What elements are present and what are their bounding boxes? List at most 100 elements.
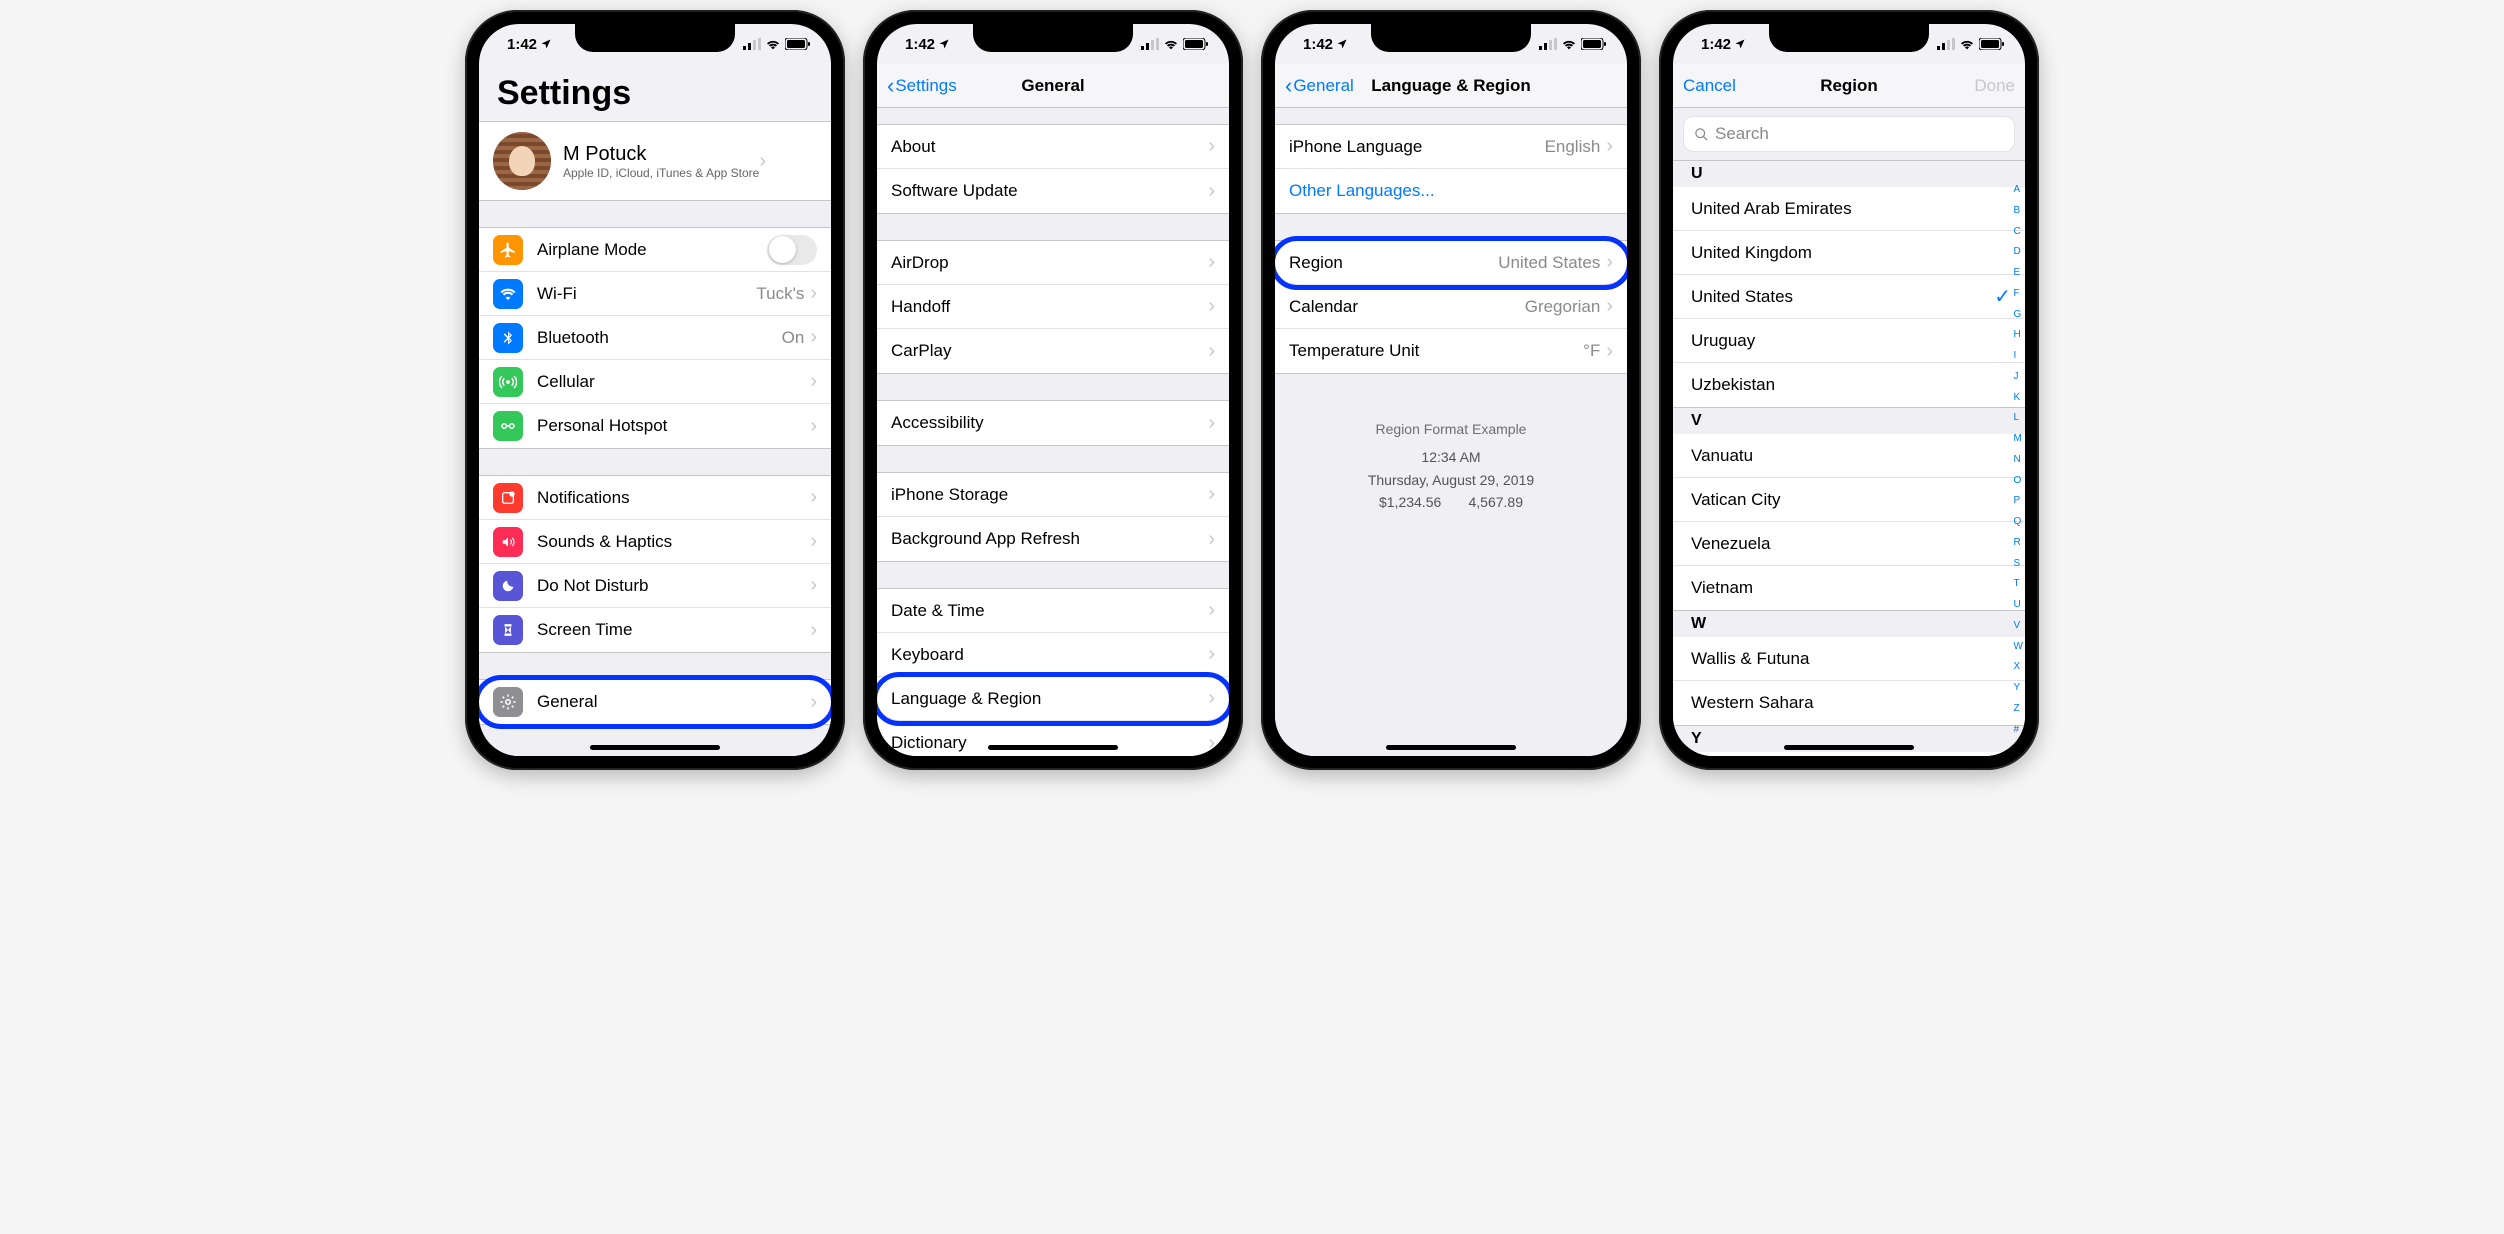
list-row[interactable]: Software Update› (877, 169, 1229, 213)
index-letter[interactable]: C (2014, 226, 2023, 239)
index-letter[interactable]: W (2014, 641, 2023, 654)
list-row[interactable]: Handoff› (877, 285, 1229, 329)
row-cellular[interactable]: Cellular› (479, 360, 831, 404)
list-row[interactable]: CalendarGregorian› (1275, 285, 1627, 329)
list-row[interactable]: Background App Refresh› (877, 517, 1229, 561)
row-general[interactable]: General› (479, 680, 831, 724)
wifi-icon (1561, 38, 1577, 50)
location-icon (540, 38, 552, 50)
content[interactable]: Settings M Potuck Apple ID, iCloud, iTun… (479, 64, 831, 756)
list-row[interactable]: iPhone Storage› (877, 473, 1229, 517)
index-letter[interactable]: V (2014, 620, 2023, 633)
region-option[interactable]: United States✓ (1673, 275, 2025, 319)
cellular-icon (1539, 38, 1557, 50)
home-indicator[interactable] (1784, 745, 1914, 750)
index-letter[interactable]: A (2014, 184, 2023, 197)
region-option[interactable]: Vatican City (1673, 478, 2025, 522)
row-dnd[interactable]: Do Not Disturb› (479, 564, 831, 608)
index-letter[interactable]: E (2014, 267, 2023, 280)
list-row[interactable]: Temperature Unit°F› (1275, 329, 1627, 373)
toggle-switch[interactable] (767, 235, 817, 265)
screen: 1:42 Settings M Potuck Apple ID, iCloud,… (479, 24, 831, 756)
region-option[interactable]: Yemen (1673, 752, 2025, 756)
index-rail[interactable]: ABCDEFGHIJKLMNOPQRSTUVWXYZ # (2014, 184, 2023, 736)
list-row[interactable]: Dictionary› (877, 721, 1229, 756)
region-option[interactable]: United Kingdom (1673, 231, 2025, 275)
row-notifications[interactable]: Notifications› (479, 476, 831, 520)
back-button[interactable]: ‹Settings (887, 73, 957, 99)
list-row[interactable]: RegionUnited States› (1275, 241, 1627, 285)
index-letter[interactable]: Q (2014, 516, 2023, 529)
done-button[interactable]: Done (1974, 76, 2015, 96)
index-letter[interactable]: D (2014, 246, 2023, 259)
list-row[interactable]: About› (877, 125, 1229, 169)
row-wifi[interactable]: Wi-FiTuck's› (479, 272, 831, 316)
index-letter[interactable]: M (2014, 433, 2023, 446)
apple-id-row[interactable]: M Potuck Apple ID, iCloud, iTunes & App … (479, 122, 831, 200)
index-letter[interactable]: T (2014, 578, 2023, 591)
row-screentime[interactable]: Screen Time› (479, 608, 831, 652)
row-label: AirDrop (891, 253, 1208, 273)
region-label: United Arab Emirates (1691, 199, 2011, 219)
region-option[interactable]: United Arab Emirates (1673, 187, 2025, 231)
region-option[interactable]: Wallis & Futuna (1673, 637, 2025, 681)
home-indicator[interactable] (988, 745, 1118, 750)
index-letter[interactable]: L (2014, 412, 2023, 425)
row-hotspot[interactable]: Personal Hotspot› (479, 404, 831, 448)
index-letter[interactable]: # (2014, 724, 2023, 737)
index-letter[interactable]: S (2014, 558, 2023, 571)
cancel-button[interactable]: Cancel (1683, 76, 1736, 96)
notifications-icon (493, 483, 523, 513)
list-row[interactable]: CarPlay› (877, 329, 1229, 373)
region-option[interactable]: Uruguay (1673, 319, 2025, 363)
list-row[interactable]: Keyboard› (877, 633, 1229, 677)
back-button[interactable]: ‹General (1285, 73, 1354, 99)
index-letter[interactable]: I (2014, 350, 2023, 363)
home-indicator[interactable] (590, 745, 720, 750)
row-label: Keyboard (891, 645, 1208, 665)
index-letter[interactable]: Z (2014, 703, 2023, 716)
row-label: Dictionary (891, 733, 1208, 753)
index-letter[interactable]: P (2014, 495, 2023, 508)
row-bluetooth[interactable]: BluetoothOn› (479, 316, 831, 360)
cellular-icon (1937, 38, 1955, 50)
index-letter[interactable]: J (2014, 371, 2023, 384)
search-input[interactable]: Search (1683, 116, 2015, 152)
region-option[interactable]: Venezuela (1673, 522, 2025, 566)
index-letter[interactable]: Y (2014, 682, 2023, 695)
region-option[interactable]: Vietnam (1673, 566, 2025, 610)
list-row[interactable]: Other Languages... (1275, 169, 1627, 213)
index-letter[interactable]: K (2014, 392, 2023, 405)
index-letter[interactable]: G (2014, 309, 2023, 322)
index-letter[interactable]: H (2014, 329, 2023, 342)
index-letter[interactable]: X (2014, 661, 2023, 674)
list-row[interactable]: Date & Time› (877, 589, 1229, 633)
index-letter[interactable]: U (2014, 599, 2023, 612)
notch (1371, 24, 1531, 52)
content[interactable]: iPhone LanguageEnglish›Other Languages..… (1275, 108, 1627, 756)
index-letter[interactable]: R (2014, 537, 2023, 550)
chevron-icon: › (1208, 483, 1215, 506)
chevron-icon: › (1606, 340, 1613, 363)
row-airplane[interactable]: Airplane Mode (479, 228, 831, 272)
region-option[interactable]: Vanuatu (1673, 434, 2025, 478)
row-value: Tuck's (756, 284, 804, 304)
list-row[interactable]: Accessibility› (877, 401, 1229, 445)
region-option[interactable]: Western Sahara (1673, 681, 2025, 725)
index-letter[interactable]: O (2014, 475, 2023, 488)
content[interactable]: U United Arab Emirates United KingdomUnit… (1673, 161, 2025, 756)
list-row[interactable]: iPhone LanguageEnglish› (1275, 125, 1627, 169)
home-indicator[interactable] (1386, 745, 1516, 750)
row-label: Date & Time (891, 601, 1208, 621)
list-row[interactable]: AirDrop› (877, 241, 1229, 285)
row-label: Region (1289, 253, 1498, 273)
index-letter[interactable]: B (2014, 205, 2023, 218)
row-sounds[interactable]: Sounds & Haptics› (479, 520, 831, 564)
region-option[interactable]: Uzbekistan (1673, 363, 2025, 407)
content[interactable]: About›Software Update› AirDrop›Handoff›C… (877, 108, 1229, 756)
status-time: 1:42 (1701, 36, 1731, 53)
list-row[interactable]: Language & Region› (877, 677, 1229, 721)
index-letter[interactable]: N (2014, 454, 2023, 467)
index-letter[interactable]: F (2014, 288, 2023, 301)
row-label: CarPlay (891, 341, 1208, 361)
